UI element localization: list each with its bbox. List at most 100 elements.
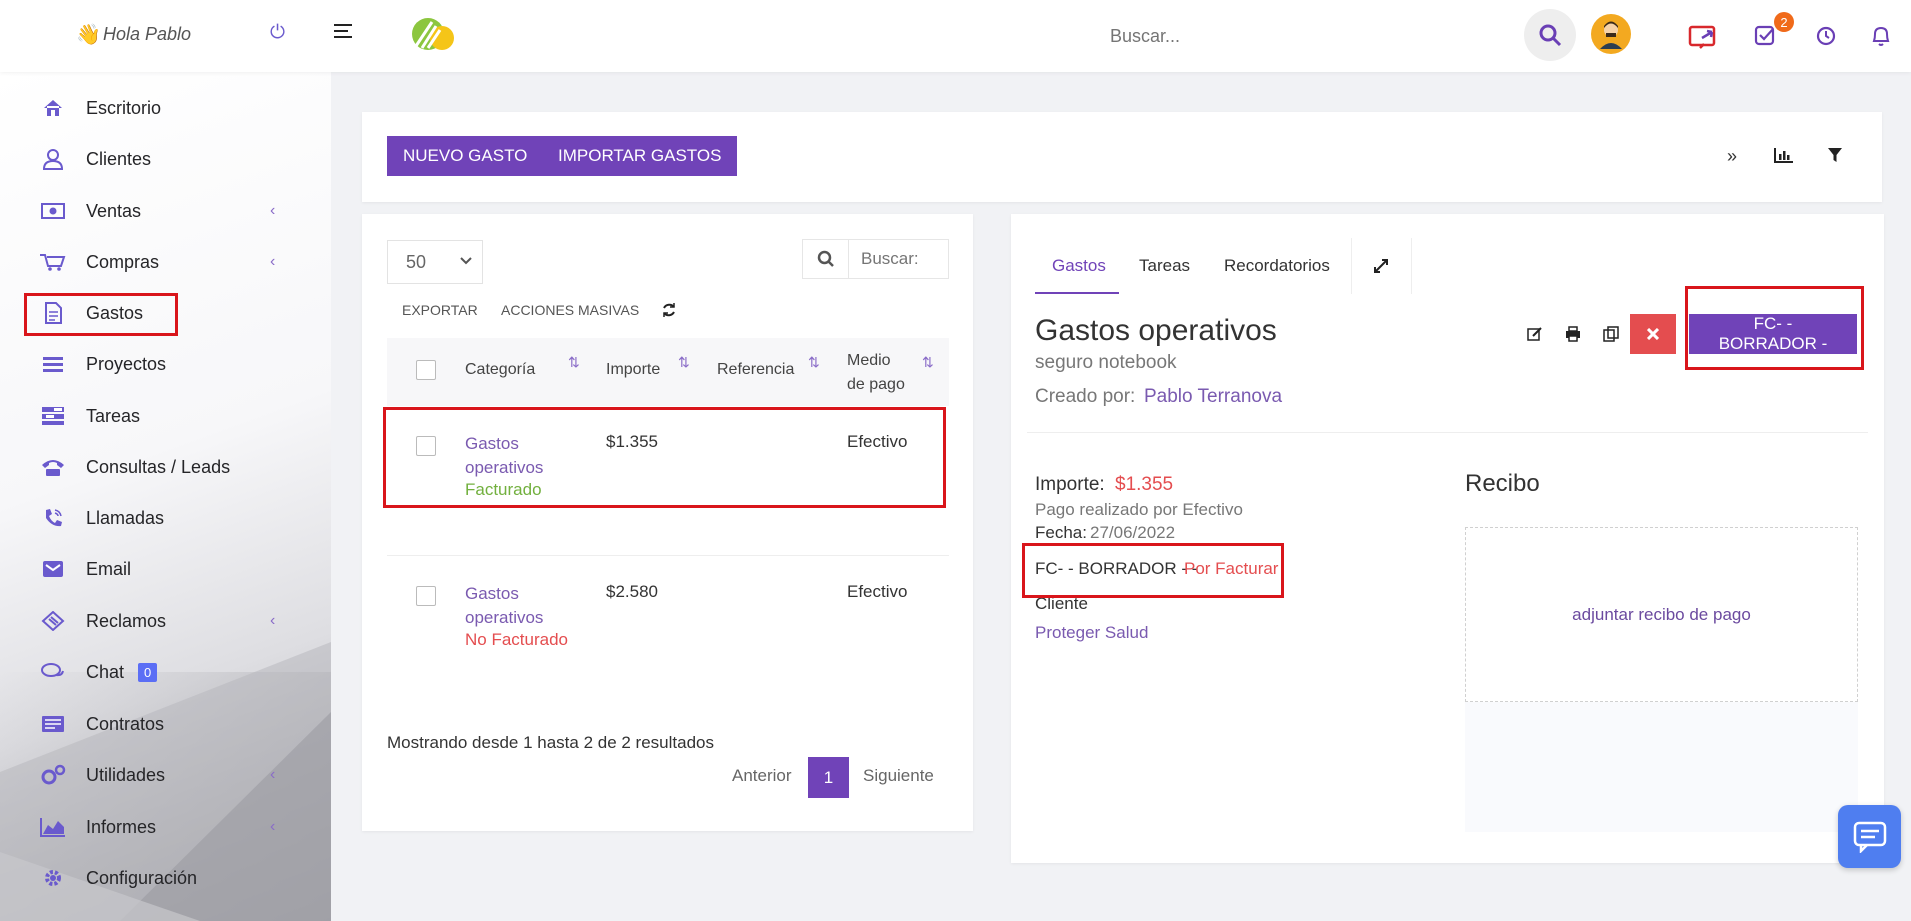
power-icon[interactable]: ⏻ [270, 22, 285, 44]
sidebar-item-utilidades[interactable]: Utilidades ‹ [40, 757, 275, 793]
export-button[interactable]: EXPORTAR [402, 302, 478, 318]
expense-title: Gastos operativos [1035, 314, 1277, 347]
chevron-left-icon: ‹ [270, 612, 276, 629]
share-icon[interactable] [1688, 24, 1718, 55]
bar-chart-icon[interactable] [1774, 147, 1794, 168]
tasks-badge: 2 [1774, 12, 1794, 32]
sidebar-item-contratos[interactable]: Contratos [40, 706, 164, 742]
expense-detail-card: Gastos Tareas Recordatorios Gastos opera… [1011, 214, 1884, 863]
sidebar-item-label: Llamadas [86, 507, 165, 528]
tab-tareas[interactable]: Tareas [1139, 256, 1190, 276]
sidebar-item-llamadas[interactable]: Llamadas [40, 500, 164, 536]
import-expenses-button[interactable]: IMPORTAR GASTOS [542, 136, 738, 176]
money-icon [40, 200, 66, 222]
sidebar-item-email[interactable]: Email [40, 551, 131, 587]
sidebar-item-informes[interactable]: Informes ‹ [40, 809, 275, 845]
sidebar-item-label: Email [86, 558, 132, 579]
refresh-icon[interactable] [661, 302, 677, 323]
column-header-medio-de-pago[interactable]: Medio de pago [847, 349, 911, 397]
sidebar-item-clientes[interactable]: Clientes [40, 141, 151, 177]
prev-page-button[interactable]: Anterior [732, 766, 792, 786]
bulk-actions-button[interactable]: ACCIONES MASIVAS [501, 302, 639, 318]
sidebar-item-compras[interactable]: Compras ‹ [40, 244, 275, 280]
sidebar-item-ventas[interactable]: Ventas ‹ [40, 193, 275, 229]
expense-subtitle: seguro notebook [1035, 352, 1177, 373]
sort-icon[interactable]: ⇅ [568, 354, 580, 371]
user-avatar[interactable] [1591, 14, 1631, 54]
row-checkbox[interactable] [416, 586, 436, 606]
row-category-link[interactable]: Gastos operativos [465, 432, 565, 480]
client-link[interactable]: Proteger Salud [1035, 623, 1148, 643]
expand-icon[interactable] [1373, 258, 1389, 279]
menu-toggle-icon[interactable] [334, 22, 354, 45]
status-button[interactable]: FC- - BORRADOR - [1689, 314, 1857, 354]
floating-chat-button[interactable] [1838, 805, 1901, 868]
sidebar-item-chat[interactable]: Chat 0 [40, 654, 158, 690]
receipt-dropzone[interactable]: adjuntar recibo de pago [1465, 527, 1858, 702]
sidebar-item-gastos[interactable]: Gastos [40, 295, 143, 331]
top-bar: 👋 Hola Pablo ⏻ 2 [0, 0, 1911, 72]
tab-divider [1411, 238, 1412, 294]
new-expense-button[interactable]: NUEVO GASTO [387, 136, 544, 176]
row-status: No Facturado [465, 630, 568, 649]
sidebar-item-label: Compras [86, 251, 160, 272]
select-all-checkbox[interactable] [416, 360, 436, 380]
bell-icon[interactable] [1870, 24, 1892, 53]
sidebar-item-configuracion[interactable]: Configuración [40, 860, 197, 896]
print-icon[interactable] [1565, 326, 1581, 347]
search-button[interactable] [1524, 9, 1576, 61]
list-search-input[interactable] [849, 240, 944, 278]
tab-gastos[interactable]: Gastos [1052, 256, 1106, 276]
clock-icon[interactable] [1815, 25, 1837, 52]
sidebar-item-escritorio[interactable]: Escritorio [40, 90, 161, 126]
sidebar-item-label: Contratos [86, 713, 165, 734]
invoice-status: Por Facturar [1184, 559, 1279, 578]
invoice-text: FC- - BORRADOR - - [1035, 559, 1198, 578]
receipt-preview-area [1465, 702, 1858, 832]
next-page-button[interactable]: Siguiente [863, 766, 934, 786]
sort-icon[interactable]: ⇅ [678, 354, 690, 371]
table-row[interactable]: Gastos operativos No Facturado $2.580 Ef… [387, 556, 949, 676]
sidebar-item-reclamos[interactable]: Reclamos ‹ [40, 603, 275, 639]
column-header-importe[interactable]: Importe [606, 361, 660, 379]
gear-icon [40, 867, 66, 889]
ticket-icon [40, 610, 66, 632]
row-checkbox[interactable] [416, 436, 436, 456]
row-amount: $1.355 [606, 432, 658, 451]
table-row[interactable]: Gastos operativos Facturado $1.355 Efect… [387, 406, 949, 556]
cogs-icon [40, 764, 66, 786]
global-search-input[interactable] [1110, 20, 1390, 52]
cart-icon [40, 251, 66, 273]
receipt-title: Recibo [1465, 470, 1540, 497]
row-category-link[interactable]: Gastos operativos [465, 582, 565, 630]
date-label: Fecha: [1035, 523, 1087, 542]
filter-icon[interactable] [1828, 148, 1842, 167]
row-amount: $2.580 [606, 582, 658, 601]
sort-icon[interactable]: ⇅ [922, 354, 934, 371]
sort-icon[interactable]: ⇅ [808, 354, 820, 371]
sidebar-item-tareas[interactable]: Tareas [40, 398, 140, 434]
list-search[interactable] [802, 239, 949, 279]
page-size-select[interactable]: 50 [387, 240, 483, 284]
active-tab-underline [1035, 292, 1119, 294]
sidebar-item-proyectos[interactable]: Proyectos [40, 346, 166, 382]
tasks-icon[interactable] [1754, 24, 1776, 51]
amount-value: $1.355 [1115, 474, 1174, 495]
double-chevron-right-icon[interactable]: » [1727, 146, 1737, 167]
chevron-left-icon: ‹ [270, 202, 276, 219]
sidebar-item-label: Tareas [86, 405, 141, 426]
copy-icon[interactable] [1603, 326, 1619, 347]
pagination-summary: Mostrando desde 1 hasta 2 de 2 resultado… [387, 733, 714, 752]
tab-recordatorios[interactable]: Recordatorios [1224, 256, 1330, 276]
chat-icon [40, 661, 66, 683]
column-header-categoria[interactable]: Categoría [465, 361, 535, 379]
sidebar-item-consultas-leads[interactable]: Consultas / Leads [40, 449, 230, 485]
edit-icon[interactable] [1527, 326, 1543, 347]
delete-button[interactable] [1630, 314, 1676, 354]
column-header-referencia[interactable]: Referencia [717, 361, 794, 379]
page-size-value: 50 [406, 251, 427, 272]
chevron-down-icon [460, 251, 472, 272]
tasks-list-icon [40, 405, 66, 427]
created-by-link[interactable]: Pablo Terranova [1144, 386, 1282, 408]
page-1-button[interactable]: 1 [808, 757, 849, 798]
